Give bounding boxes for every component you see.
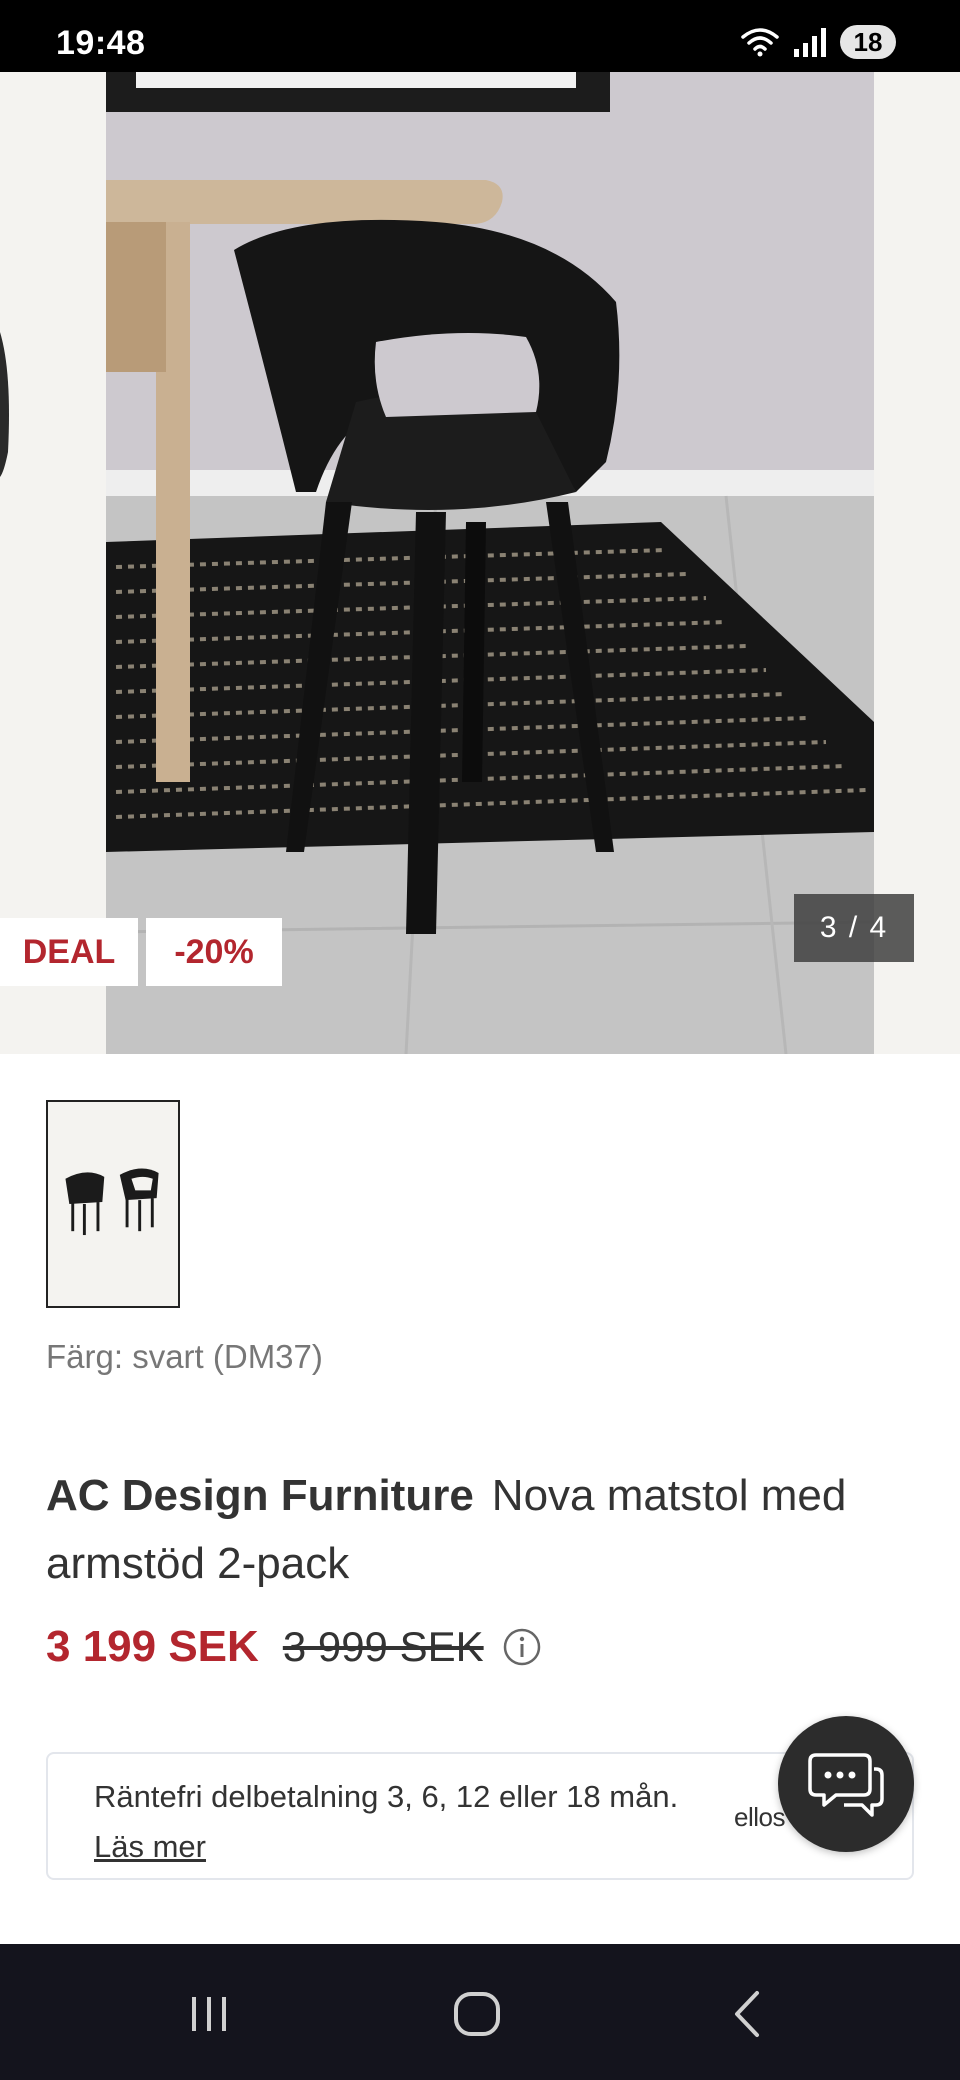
status-bar: 19:48 18 xyxy=(0,0,960,72)
installment-text: Räntefri delbetalning 3, 6, 12 eller 18 … xyxy=(94,1772,694,1872)
signal-icon xyxy=(794,28,826,57)
image-counter: 3 / 4 xyxy=(794,894,914,962)
read-more-link[interactable]: Läs mer xyxy=(94,1829,206,1864)
battery-badge: 18 xyxy=(840,25,896,59)
info-icon[interactable] xyxy=(502,1627,542,1667)
status-time: 19:48 xyxy=(56,24,146,62)
back-icon xyxy=(735,1991,759,2037)
discount-badge: -20% xyxy=(146,918,282,986)
wifi-icon xyxy=(741,28,779,57)
previous-image-peek[interactable] xyxy=(0,72,106,1054)
status-icons: 18 xyxy=(740,24,896,60)
home-button[interactable] xyxy=(442,1984,512,2044)
navigation-bar xyxy=(0,1944,960,2080)
product-title: AC Design Furniture Nova matstol med arms… xyxy=(46,1462,916,1598)
recent-apps-icon xyxy=(192,1997,226,2031)
product-gallery[interactable]: DEAL -20% 3 / 4 xyxy=(0,72,960,1054)
sale-price: 3 199 SEK xyxy=(46,1622,259,1671)
recent-apps-button[interactable] xyxy=(174,1984,244,2044)
home-icon xyxy=(454,1992,500,2036)
color-label: Färg: svart (DM37) xyxy=(46,1338,323,1375)
installment-description: Räntefri delbetalning 3, 6, 12 eller 18 … xyxy=(94,1779,679,1814)
chat-bubbles-icon xyxy=(808,1753,884,1817)
ellos-logo: ellos xyxy=(734,1802,785,1832)
product-image[interactable] xyxy=(106,72,874,1054)
brand-name[interactable]: AC Design Furniture xyxy=(46,1471,474,1520)
deal-badge: DEAL xyxy=(0,918,138,986)
chat-button[interactable] xyxy=(778,1716,914,1852)
color-swatch-thumbnail[interactable] xyxy=(46,1100,180,1308)
original-price: 3 999 SEK xyxy=(282,1623,484,1670)
back-button[interactable] xyxy=(712,1984,782,2044)
price-row: 3 199 SEK 3 999 SEK xyxy=(46,1622,542,1672)
thumbnail-image xyxy=(48,1103,178,1305)
